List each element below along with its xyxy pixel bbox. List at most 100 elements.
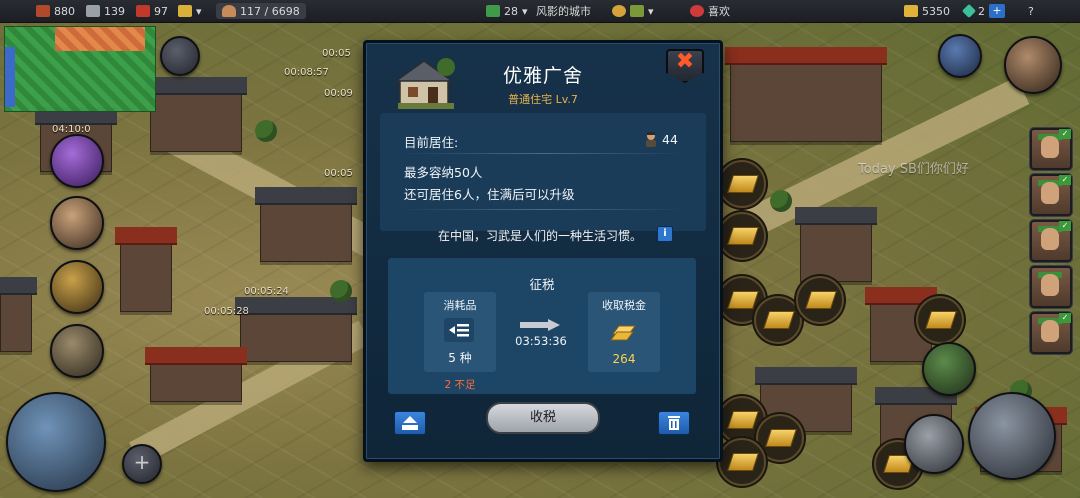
wood-resource: 880: [36, 3, 75, 19]
hero-portrait-button[interactable]: [1004, 36, 1062, 94]
mood-indicator[interactable]: 喜欢: [690, 3, 730, 19]
building[interactable]: [145, 347, 247, 402]
wood-count: 880: [54, 4, 75, 18]
map-timer: 00:05: [324, 168, 353, 179]
meat-icon: [136, 5, 150, 17]
chat-message: Today SB们你们好: [858, 162, 969, 177]
building[interactable]: [725, 47, 887, 142]
happiness-dropdown[interactable]: ▾: [612, 3, 654, 19]
tools-count: 139: [104, 4, 125, 18]
citizen-icon: [646, 132, 656, 147]
hammer-build-button[interactable]: [968, 392, 1056, 480]
tax-countdown: 03:53:36: [515, 334, 567, 348]
city-name[interactable]: 风影的城市: [536, 3, 591, 19]
gold-ready-icon[interactable]: [718, 160, 766, 208]
city-level[interactable]: 28 ▾: [486, 3, 528, 19]
top-resource-bar: 880 139 97 ▾ 117 / 6698 28 ▾ 风影的城市 ▾ 喜欢 …: [0, 0, 1080, 23]
demolish-button[interactable]: [658, 411, 690, 435]
building[interactable]: [255, 187, 357, 262]
building[interactable]: [0, 277, 37, 352]
gem-icon: [961, 3, 977, 19]
help-button[interactable]: ?: [1028, 3, 1034, 19]
residence-info-panel: 目前居住: 44 最多容纳50人 还可居住6人，住满后可以升级: [380, 113, 706, 231]
city-name-text: 风影的城市: [536, 5, 591, 18]
map-timer: 00:08:57: [284, 67, 329, 78]
building[interactable]: [235, 297, 357, 362]
population-count: 117 / 6698: [240, 4, 300, 18]
hero-portrait[interactable]: ✓: [1030, 312, 1072, 354]
hero-portrait[interactable]: ✓: [1030, 174, 1072, 216]
fact-text: 在中国，习武是人们的一种生活习惯。: [438, 229, 643, 243]
city-level-value: 28: [504, 4, 518, 18]
upgrade-text: 还可居住6人，住满后可以升级: [404, 187, 575, 202]
mood-text: 喜欢: [708, 5, 730, 18]
road-tool-button[interactable]: [922, 342, 976, 396]
world-map-button[interactable]: [938, 34, 982, 78]
upgrade-button[interactable]: [394, 411, 426, 435]
building-info-dialog: 优雅广舍 普通住宅 Lv.7 ✖ 目前居住: 44 最多容纳50人 还可居住6人…: [363, 40, 723, 462]
building[interactable]: [795, 207, 877, 282]
citizen-icon: [222, 5, 236, 17]
consumables-value: 5 种: [448, 351, 472, 365]
tools-resource: 139: [86, 3, 125, 19]
trash-icon: [668, 416, 680, 430]
tablet-icon[interactable]: [50, 324, 104, 378]
tax-income-value: 264: [612, 352, 636, 366]
gold-resource: 5350: [904, 3, 950, 19]
list-icon: [444, 318, 474, 342]
residents-count: 44: [662, 132, 678, 147]
chevron-down-icon: ▾: [522, 4, 528, 18]
minimap[interactable]: [4, 26, 156, 112]
shovel-button[interactable]: [904, 414, 964, 474]
hero-portrait[interactable]: [1030, 266, 1072, 308]
help-icon: ?: [1028, 4, 1034, 18]
hero-portrait[interactable]: ✓: [1030, 128, 1072, 170]
upgrade-icon: [402, 416, 418, 430]
map-timer: 00:05:28: [204, 306, 249, 317]
chevron-down-icon: ▾: [196, 4, 202, 18]
consumables-box[interactable]: 消耗品 5 种: [424, 292, 496, 372]
storage-dropdown[interactable]: ▾: [178, 3, 202, 19]
divider: [400, 209, 686, 210]
blueprint-button[interactable]: [6, 392, 106, 492]
gold-ready-icon[interactable]: [718, 212, 766, 260]
scales-icon[interactable]: [50, 260, 104, 314]
tree: [255, 120, 277, 142]
collect-tax-button[interactable]: 收税: [486, 402, 600, 434]
population-resource[interactable]: 117 / 6698: [216, 3, 306, 19]
meat-resource: 97: [136, 3, 168, 19]
food-icon: [612, 5, 626, 17]
dialog-title: 优雅广舍: [502, 65, 583, 87]
map-timer: 00:05:24: [244, 286, 289, 297]
map-timer: 04:10:0: [52, 124, 91, 135]
hero-portrait[interactable]: ✓: [1030, 220, 1072, 262]
building[interactable]: [145, 77, 247, 152]
building-level: 普通住宅 Lv.7: [508, 93, 578, 106]
gold-ready-icon[interactable]: [916, 296, 964, 344]
info-button[interactable]: i: [657, 226, 673, 242]
magic-orb-button[interactable]: [50, 134, 104, 188]
arrow-right-icon: [520, 319, 560, 331]
consumables-label: 消耗品: [443, 299, 477, 312]
tax-title: 征税: [529, 277, 555, 292]
gold-ready-icon[interactable]: [718, 438, 766, 486]
gold-bars-icon: [610, 325, 636, 341]
buy-gems-button[interactable]: +: [989, 4, 1005, 18]
building[interactable]: [115, 227, 177, 312]
chat-bubble-button[interactable]: [160, 36, 200, 76]
close-icon: ✖: [675, 49, 695, 74]
wood-icon: [36, 5, 50, 17]
tools-icon: [86, 5, 100, 17]
flag-icon: [630, 5, 644, 17]
dialog-header: 优雅广舍 普通住宅 Lv.7 ✖: [376, 49, 710, 113]
zoom-plus-button[interactable]: +: [122, 444, 162, 484]
divider: [400, 153, 686, 154]
map-timer: 00:09: [324, 88, 353, 99]
advisor-button[interactable]: [50, 196, 104, 250]
gold-icon: [904, 5, 918, 17]
capacity-text: 最多容纳50人: [404, 165, 483, 180]
tax-income-box[interactable]: 收取税金 264: [588, 292, 660, 372]
gem-resource: 2 +: [961, 3, 1005, 19]
gold-ready-icon[interactable]: [754, 296, 802, 344]
gold-ready-icon[interactable]: [796, 276, 844, 324]
